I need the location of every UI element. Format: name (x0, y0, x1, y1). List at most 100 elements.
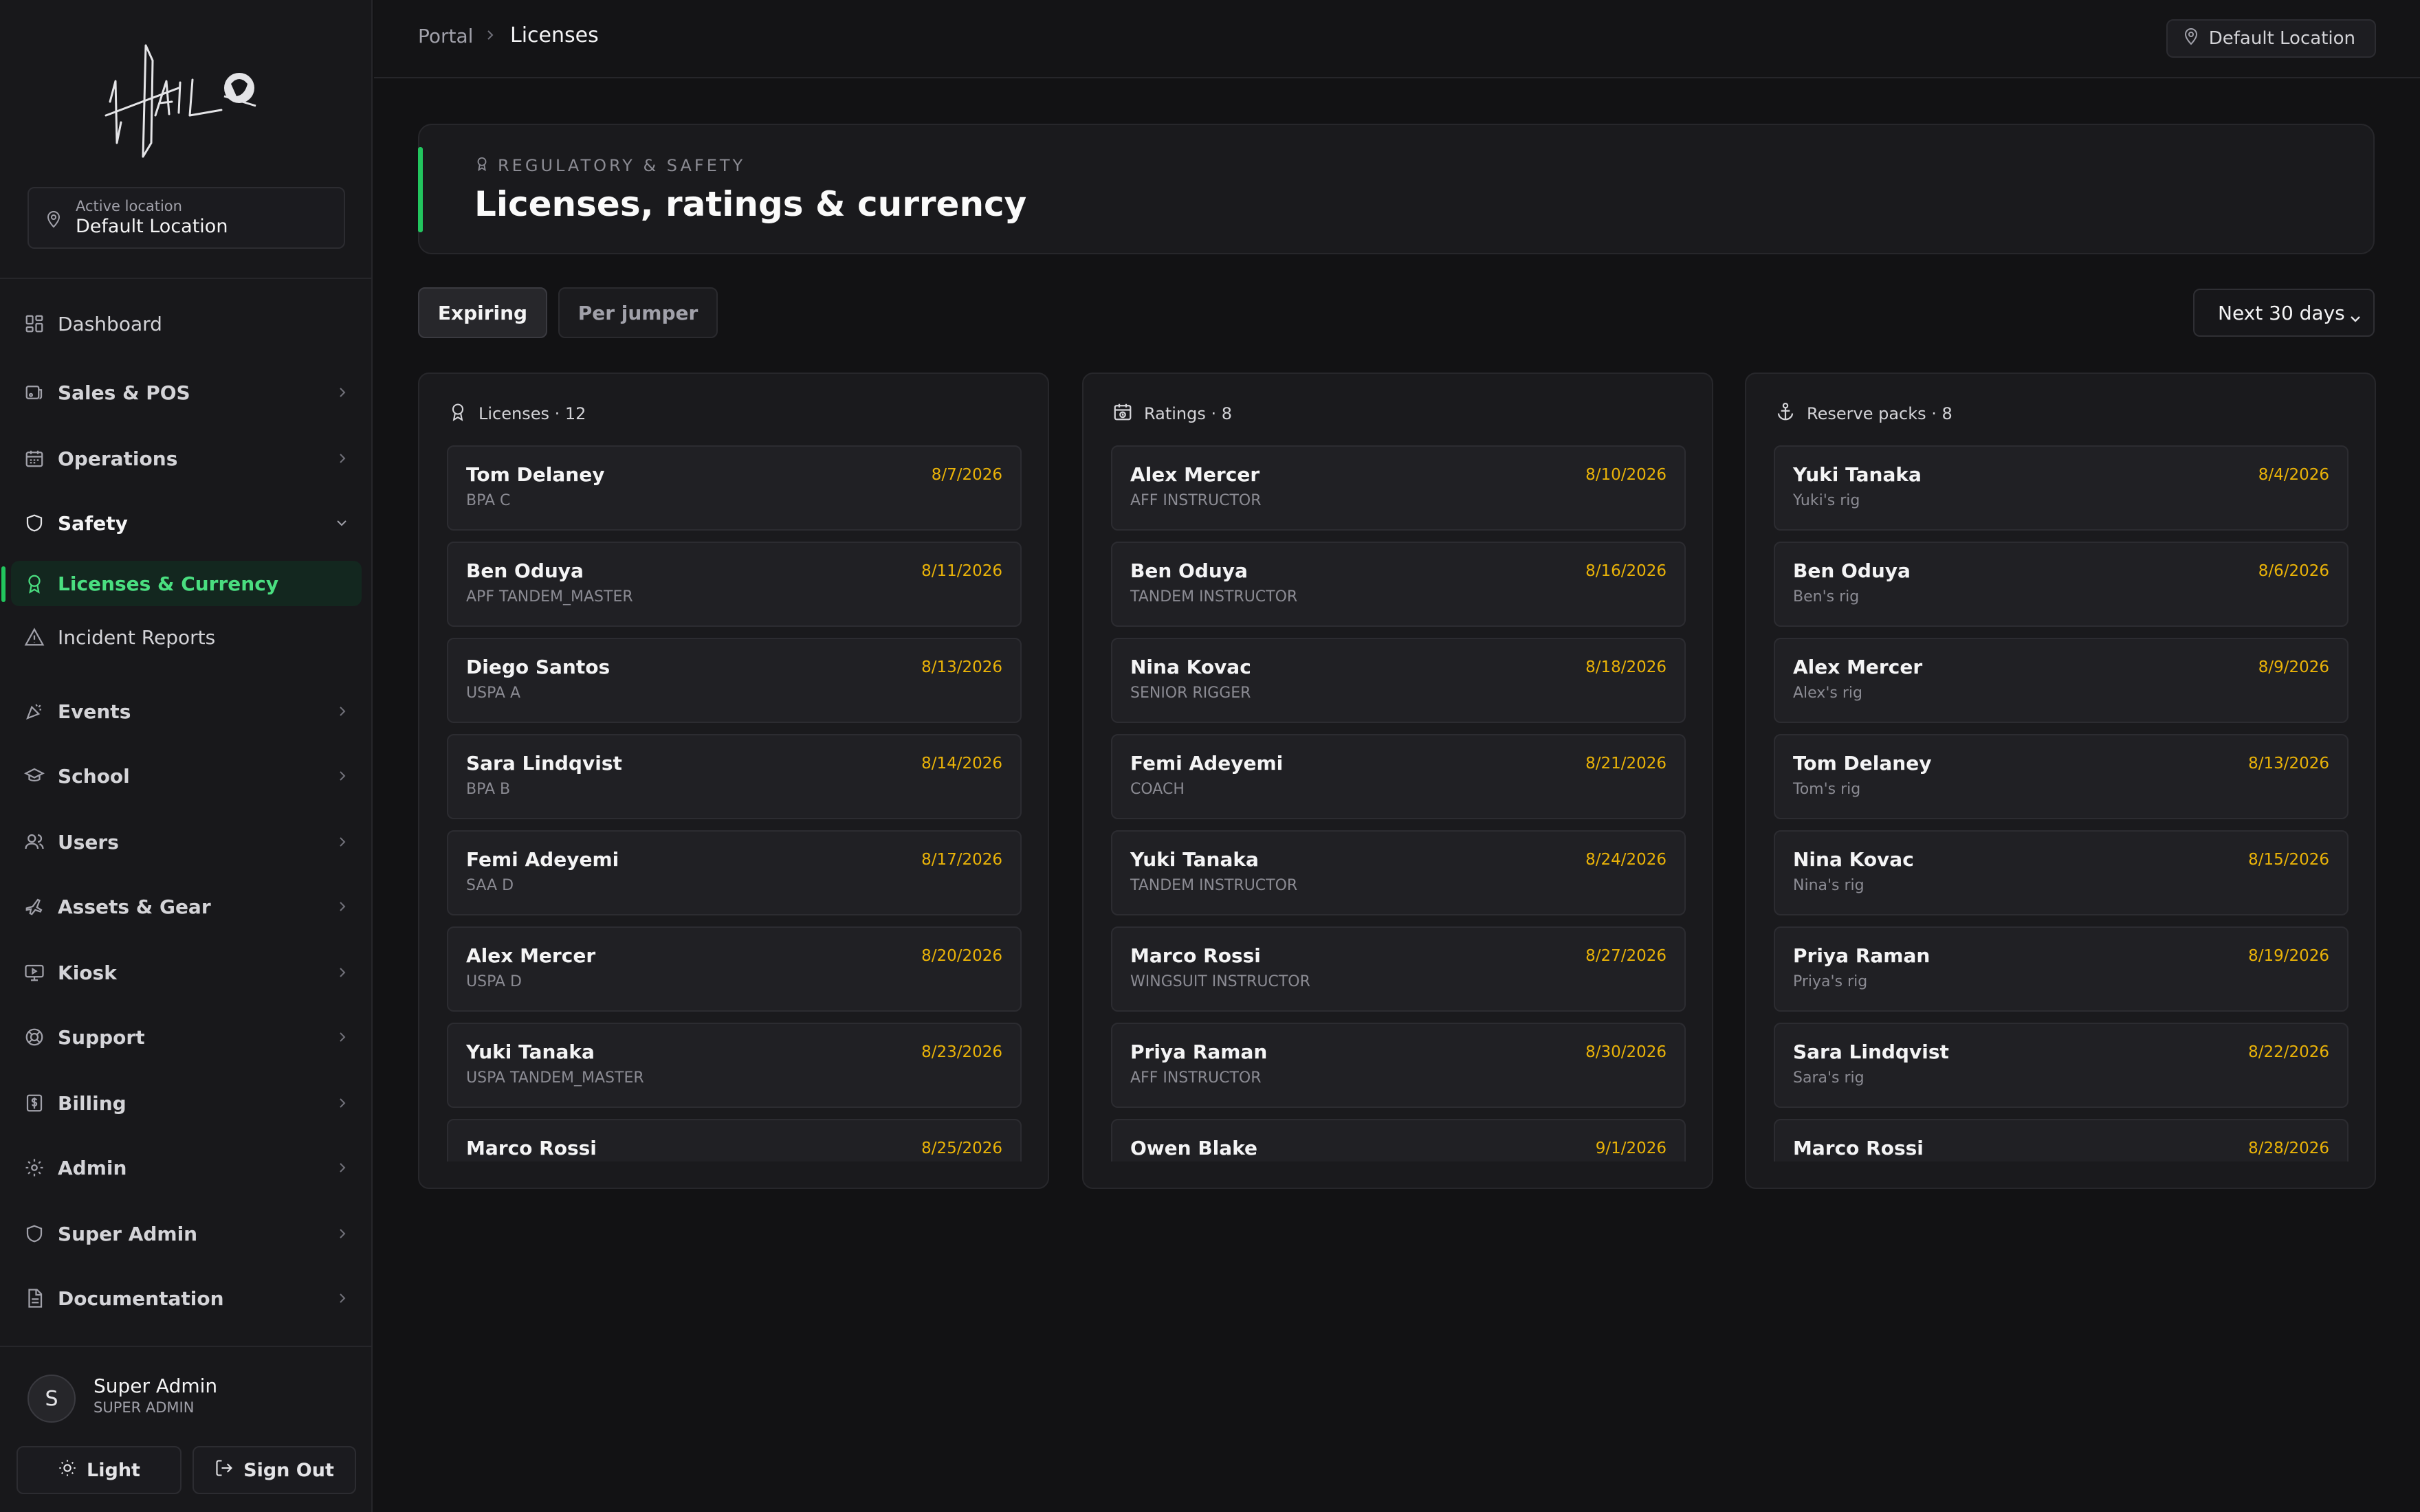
list-item[interactable]: Femi Adeyemi COACH 8/21/2026 (1111, 734, 1686, 819)
item-detail: Alex's rig (1793, 685, 1862, 702)
chevron-right-icon (336, 1030, 349, 1047)
nav-incident-reports[interactable]: Incident Reports (11, 614, 362, 660)
active-location-label: Active location (76, 198, 182, 214)
list-item[interactable]: Marco Rossi 8/25/2026 (447, 1119, 1022, 1161)
page-eyebrow-text: REGULATORY & SAFETY (498, 156, 746, 175)
nav-billing[interactable]: Billing (11, 1080, 362, 1126)
jumper-name: Tom Delaney (1793, 752, 1932, 775)
nav-kiosk[interactable]: Kiosk (11, 950, 362, 995)
nav-sales-pos[interactable]: Sales & POS (11, 370, 362, 415)
nav-label: Documentation (58, 1287, 224, 1310)
brand-logo[interactable] (103, 40, 268, 161)
nav-label: Super Admin (58, 1222, 198, 1245)
breadcrumb-portal[interactable]: Portal (418, 25, 473, 47)
chevron-down-icon (334, 515, 349, 533)
nav-support[interactable]: Support (11, 1014, 362, 1060)
jumper-name: Alex Mercer (1130, 463, 1260, 486)
chevron-right-icon (336, 385, 349, 403)
theme-toggle-button[interactable]: Light (16, 1446, 182, 1494)
ratings-panel: Ratings · 8 Alex Mercer AFF INSTRUCTOR 8/10… (1082, 373, 1713, 1189)
list-item[interactable]: Tom Delaney Tom's rig 8/13/2026 (1774, 734, 2348, 819)
dollar-icon (21, 1089, 48, 1117)
chevron-right-icon (336, 451, 349, 469)
jumper-name: Alex Mercer (466, 944, 596, 967)
expiry-date: 8/22/2026 (2248, 1043, 2329, 1061)
list-item[interactable]: Alex Mercer Alex's rig 8/9/2026 (1774, 638, 2348, 723)
jumper-name: Femi Adeyemi (1130, 752, 1284, 775)
expiry-date: 8/17/2026 (921, 851, 1002, 869)
nav-super-admin[interactable]: Super Admin (11, 1211, 362, 1256)
list-item[interactable]: Sara Lindqvist BPA B 8/14/2026 (447, 734, 1022, 819)
expiry-date: 8/6/2026 (2258, 562, 2329, 580)
expiry-date: 8/14/2026 (921, 755, 1002, 772)
expiry-date: 9/1/2026 (1595, 1139, 1666, 1157)
nav-users[interactable]: Users (11, 819, 362, 865)
chevron-right-icon (484, 27, 496, 45)
list-item[interactable]: Ben Oduya Ben's rig 8/6/2026 (1774, 542, 2348, 627)
warning-icon (21, 623, 48, 651)
list-item[interactable]: Yuki Tanaka Yuki's rig 8/4/2026 (1774, 445, 2348, 531)
list-item[interactable]: Owen Blake 9/1/2026 (1111, 1119, 1686, 1161)
ratings-list[interactable]: Alex Mercer AFF INSTRUCTOR 8/10/2026 Ben Od… (1111, 445, 1686, 1161)
nav-admin[interactable]: Admin (11, 1145, 362, 1190)
range-select[interactable]: Next 30 days (2193, 289, 2375, 337)
tab-expiring[interactable]: Expiring (418, 287, 547, 338)
shield-icon (21, 1220, 48, 1247)
nav-licenses-currency[interactable]: Licenses & Currency (11, 561, 362, 606)
breadcrumb-current: Licenses (510, 23, 599, 47)
calendar-clock-icon (1112, 401, 1133, 426)
reserve-packs-panel-header: Reserve packs · 8 (1775, 401, 1952, 426)
expiry-date: 8/10/2026 (1585, 466, 1666, 484)
chevron-right-icon (336, 965, 349, 983)
list-item[interactable]: Yuki Tanaka USPA TANDEM_MASTER 8/23/2026 (447, 1023, 1022, 1108)
nav-documentation[interactable]: Documentation (11, 1276, 362, 1321)
chevron-down-icon (2348, 308, 2362, 331)
list-item[interactable]: Femi Adeyemi SAA D 8/17/2026 (447, 830, 1022, 915)
nav-assets-gear[interactable]: Assets & Gear (11, 884, 362, 929)
tab-per-jumper[interactable]: Per jumper (558, 287, 718, 338)
chevron-right-icon (336, 704, 349, 722)
jumper-name: Yuki Tanaka (466, 1041, 595, 1063)
nav-operations[interactable]: Operations (11, 436, 362, 481)
list-item[interactable]: Marco Rossi WINGSUIT INSTRUCTOR 8/27/2026 (1111, 926, 1686, 1012)
list-item[interactable]: Ben Oduya APF TANDEM_MASTER 8/11/2026 (447, 542, 1022, 627)
plane-icon (21, 893, 48, 920)
jumper-name: Ben Oduya (466, 559, 584, 582)
list-item[interactable]: Alex Mercer AFF INSTRUCTOR 8/10/2026 (1111, 445, 1686, 531)
list-item[interactable]: Tom Delaney BPA C 8/7/2026 (447, 445, 1022, 531)
item-detail: AFF INSTRUCTOR (1130, 492, 1262, 509)
nav-safety[interactable]: Safety (11, 500, 362, 546)
item-detail: Ben's rig (1793, 588, 1860, 605)
list-item[interactable]: Marco Rossi 8/28/2026 (1774, 1119, 2348, 1161)
item-detail: TANDEM INSTRUCTOR (1130, 877, 1298, 894)
party-icon (21, 698, 48, 725)
location-switcher-button[interactable]: Default Location (2166, 19, 2376, 58)
chevron-right-icon (336, 899, 349, 917)
nav-events[interactable]: Events (11, 689, 362, 734)
nav-dashboard[interactable]: Dashboard (11, 301, 362, 346)
item-detail: SAA D (466, 877, 514, 894)
list-item[interactable]: Yuki Tanaka TANDEM INSTRUCTOR 8/24/2026 (1111, 830, 1686, 915)
nav-school[interactable]: School (11, 753, 362, 799)
list-item[interactable]: Sara Lindqvist Sara's rig 8/22/2026 (1774, 1023, 2348, 1108)
active-location-card[interactable]: Active location Default Location (28, 187, 345, 249)
nav-label: Users (58, 830, 119, 854)
sign-out-button[interactable]: Sign Out (192, 1446, 356, 1494)
list-item[interactable]: Alex Mercer USPA D 8/20/2026 (447, 926, 1022, 1012)
licenses-list[interactable]: Tom Delaney BPA C 8/7/2026 Ben Oduya APF TAN… (447, 445, 1022, 1161)
reserve-packs-list[interactable]: Yuki Tanaka Yuki's rig 8/4/2026 Ben Oduya Be… (1774, 445, 2348, 1161)
list-item[interactable]: Diego Santos USPA A 8/13/2026 (447, 638, 1022, 723)
panel-title: Licenses · 12 (478, 404, 586, 423)
theme-toggle-label: Light (87, 1459, 140, 1481)
jumper-name: Priya Raman (1130, 1041, 1268, 1063)
expiry-date: 8/16/2026 (1585, 562, 1666, 580)
receipt-icon (21, 379, 48, 406)
list-item[interactable]: Priya Raman AFF INSTRUCTOR 8/30/2026 (1111, 1023, 1686, 1108)
list-item[interactable]: Ben Oduya TANDEM INSTRUCTOR 8/16/2026 (1111, 542, 1686, 627)
list-item[interactable]: Priya Raman Priya's rig 8/19/2026 (1774, 926, 2348, 1012)
jumper-name: Yuki Tanaka (1130, 848, 1259, 871)
item-detail: Nina's rig (1793, 877, 1864, 894)
list-item[interactable]: Nina Kovac Nina's rig 8/15/2026 (1774, 830, 2348, 915)
list-item[interactable]: Nina Kovac SENIOR RIGGER 8/18/2026 (1111, 638, 1686, 723)
chevron-right-icon (336, 1226, 349, 1244)
